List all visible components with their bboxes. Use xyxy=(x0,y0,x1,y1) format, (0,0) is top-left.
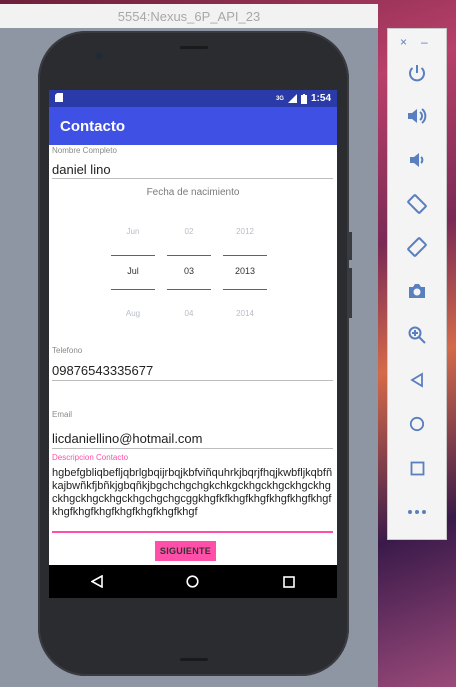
year-picker[interactable]: 2012 xyxy=(223,227,267,236)
rotate-right-icon xyxy=(407,237,427,257)
camera-icon xyxy=(409,284,425,298)
day-picker[interactable]: 02 xyxy=(167,227,211,236)
device-screen: 3G 1:54 Contacto Nombre Completo daniel … xyxy=(49,90,337,598)
overview-icon xyxy=(283,575,295,588)
signal-icon xyxy=(287,94,297,103)
home-button[interactable] xyxy=(401,408,433,440)
description-label: Descripcion Contacto xyxy=(52,453,129,462)
month-line-bottom xyxy=(111,289,155,290)
email-field[interactable]: licdaniellino@hotmail.com xyxy=(52,431,202,446)
phone-label: Telefono xyxy=(52,346,83,355)
volume-down-button[interactable] xyxy=(401,144,433,176)
back-button[interactable] xyxy=(401,364,433,396)
year-selected[interactable]: 2013 xyxy=(223,266,267,276)
month-selected-wrap[interactable]: Jul xyxy=(111,266,155,276)
volume-up-button[interactable] xyxy=(401,100,433,132)
name-field[interactable]: daniel lino xyxy=(52,162,111,177)
year-selected-wrap[interactable]: 2013 xyxy=(223,266,267,276)
name-underline xyxy=(52,178,333,179)
top-speaker xyxy=(180,46,208,49)
home-icon xyxy=(186,575,200,588)
zoom-icon xyxy=(408,326,426,344)
sd-card-icon xyxy=(55,92,63,105)
status-bar: 3G 1:54 xyxy=(49,90,337,107)
next-button[interactable]: SIGUIENTE xyxy=(155,541,216,561)
description-underline xyxy=(52,531,333,533)
year-line-bottom xyxy=(223,289,267,290)
back-nav-button[interactable] xyxy=(90,575,103,588)
volume-down-icon xyxy=(410,153,424,167)
signal-label: 3G xyxy=(275,95,284,102)
home-icon xyxy=(409,416,425,432)
day-next-wrap[interactable]: 04 xyxy=(167,309,211,318)
emulator-toolbar: × – xyxy=(387,28,447,540)
year-line-top xyxy=(223,255,267,256)
year-next-wrap[interactable]: 2014 xyxy=(223,309,267,318)
day-selected-wrap[interactable]: 03 xyxy=(167,266,211,276)
front-camera xyxy=(96,53,102,59)
status-right: 3G 1:54 xyxy=(276,93,331,104)
month-next-wrap[interactable]: Aug xyxy=(111,309,155,318)
app-bar-title: Contacto xyxy=(60,117,125,135)
emulator-title: 5554:Nexus_6P_API_23 xyxy=(0,4,378,28)
volume-side-button[interactable] xyxy=(349,268,352,318)
home-nav-button[interactable] xyxy=(186,575,200,588)
power-button[interactable] xyxy=(401,57,433,89)
power-icon xyxy=(409,65,425,82)
back-icon xyxy=(90,575,103,588)
status-time: 1:54 xyxy=(310,93,331,104)
rotate-left-button[interactable] xyxy=(401,188,433,220)
back-icon xyxy=(410,372,423,388)
email-label: Email xyxy=(52,410,73,419)
window-controls: × – xyxy=(400,35,428,49)
minimize-window-button[interactable]: – xyxy=(421,35,428,49)
rotate-right-button[interactable] xyxy=(401,231,433,263)
day-selected[interactable]: 03 xyxy=(167,266,211,276)
form-content: Nombre Completo daniel lino Fecha de nac… xyxy=(49,145,337,561)
name-label: Nombre Completo xyxy=(52,146,117,155)
app-bar: Contacto xyxy=(49,107,337,145)
screenshot-button[interactable] xyxy=(401,275,433,307)
email-underline xyxy=(52,448,333,449)
battery-icon xyxy=(300,93,307,104)
birth-date-title: Fecha de nacimiento xyxy=(146,187,240,198)
zoom-button[interactable] xyxy=(401,319,433,351)
month-line-top xyxy=(111,255,155,256)
year-prev[interactable]: 2012 xyxy=(223,227,267,236)
year-next[interactable]: 2014 xyxy=(223,309,267,318)
overview-icon xyxy=(410,461,424,475)
power-side-button[interactable] xyxy=(349,232,352,260)
bottom-speaker xyxy=(180,658,208,661)
month-selected[interactable]: Jul xyxy=(111,266,155,276)
phone-underline xyxy=(52,380,333,381)
volume-up-icon xyxy=(408,108,427,124)
day-line-bottom xyxy=(167,289,211,290)
day-next[interactable]: 04 xyxy=(167,309,211,318)
month-picker[interactable]: Jun xyxy=(111,227,155,236)
month-prev[interactable]: Jun xyxy=(111,227,155,236)
day-line-top xyxy=(167,255,211,256)
overview-nav-button[interactable] xyxy=(283,575,295,588)
day-prev[interactable]: 02 xyxy=(167,227,211,236)
rotate-left-icon xyxy=(407,194,427,214)
description-field[interactable]: hgbefgbliqbefljqbrlgbqijrbqjkbfviñquhrkj… xyxy=(52,467,333,519)
more-icon xyxy=(408,510,426,514)
month-next[interactable]: Aug xyxy=(111,309,155,318)
phone-field[interactable]: 09876543335677 xyxy=(52,363,153,378)
more-button[interactable] xyxy=(401,496,433,528)
nav-bar xyxy=(49,565,337,598)
overview-button[interactable] xyxy=(401,452,433,484)
close-window-button[interactable]: × xyxy=(400,35,407,49)
